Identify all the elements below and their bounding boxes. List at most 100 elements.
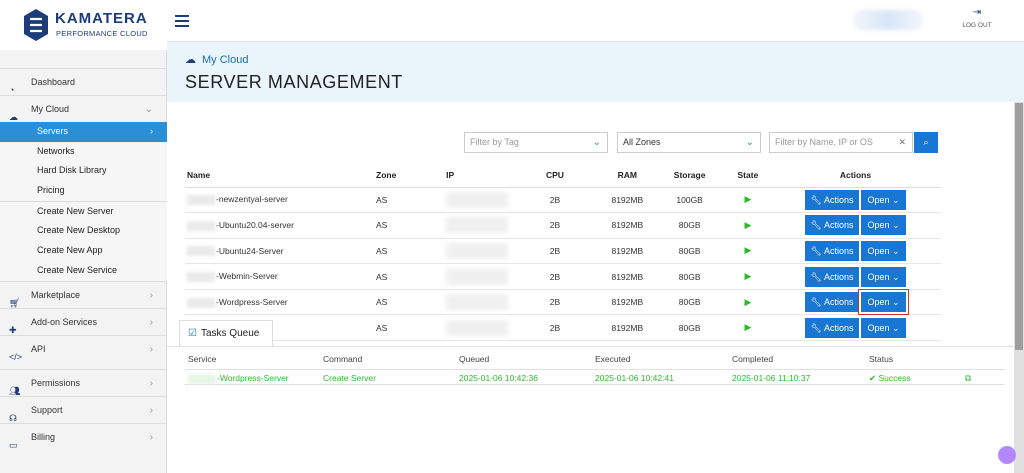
external-link-icon[interactable]: ⧉ <box>965 370 971 386</box>
logo[interactable]: KAMATERA PERFORMANCE CLOUD <box>0 0 167 50</box>
open-button-highlighted[interactable]: Open ⌄ <box>858 289 910 316</box>
server-actions: 🔧︎ Actions Open ⌄ <box>770 289 941 316</box>
sidebar-item-pricing[interactable]: Pricing <box>0 181 167 201</box>
sidebar-item-create-new-service[interactable]: Create New Service <box>0 261 167 281</box>
table-row[interactable]: -Ubuntu20.04-server AS 2B 8192MB 80GB ▶ … <box>185 212 941 239</box>
open-button[interactable]: Open ⌄ <box>861 317 907 338</box>
logo-subtitle: PERFORMANCE CLOUD <box>56 29 148 38</box>
cloud-icon: ☁ <box>185 54 196 66</box>
task-row[interactable]: -Wordpress-Server Create Server 2025-01-… <box>185 369 1005 385</box>
server-zone: AS <box>376 314 405 342</box>
dashboard-icon: ◔ <box>9 85 15 95</box>
sidebar-item-label: My Cloud <box>31 104 70 114</box>
actions-button[interactable]: 🔧︎ Actions <box>805 215 860 236</box>
card-icon: ▭ <box>9 439 18 450</box>
sidebar-item-support[interactable]: ☊ Support › <box>0 395 167 423</box>
sidebar-item-billing[interactable]: ▭ Billing › <box>0 422 167 450</box>
clear-icon[interactable]: ✕ <box>898 133 906 152</box>
actions-button[interactable]: 🔧︎ Actions <box>805 266 860 287</box>
server-name[interactable]: -Webmin-Server <box>185 263 376 290</box>
page-header: ☁ My Cloud SERVER MANAGEMENT <box>167 42 1024 102</box>
task-command: Create Server <box>323 373 376 383</box>
actions-button[interactable]: 🔧︎ Actions <box>805 317 860 338</box>
sidebar-item-marketplace[interactable]: 🛒︎ Marketplace › <box>0 280 167 308</box>
sidebar-item-my-cloud[interactable]: ☁ My Cloud ⌄ <box>0 95 167 122</box>
sidebar-item-add-on-services[interactable]: ✚ Add-on Services › <box>0 307 167 335</box>
sidebar: KAMATERA PERFORMANCE CLOUD ◔ Dashboard ☁… <box>0 0 167 473</box>
chevron-right-icon: › <box>149 316 153 328</box>
search-button[interactable]: ⌕ <box>914 132 938 153</box>
sidebar-item-api[interactable]: </> API › <box>0 334 167 362</box>
checkbox-icon: ☑ <box>188 328 197 339</box>
chevron-right-icon: › <box>149 431 153 443</box>
sidebar-item-label: API <box>31 343 46 354</box>
server-ram: 8192MB <box>601 263 654 290</box>
server-ram: 8192MB <box>601 212 654 239</box>
zone-filter-select[interactable]: All Zones ⌄ <box>617 132 761 153</box>
server-name[interactable]: -Ubuntu24-Server <box>185 238 376 265</box>
server-name[interactable]: -Wordpress-Server <box>185 289 376 316</box>
column-header-storage[interactable]: Storage <box>653 164 726 188</box>
sidebar-item-permissions[interactable]: 👥︎ Permissions › <box>0 368 167 396</box>
server-zone: AS <box>376 289 405 316</box>
sidebar-item-label: Add-on Services <box>31 316 98 327</box>
actions-button[interactable]: 🔧︎ Actions <box>805 240 860 261</box>
sidebar-item-dashboard[interactable]: ◔ Dashboard <box>0 68 167 95</box>
chevron-right-icon: › <box>149 289 153 301</box>
column-header-ip[interactable]: IP <box>404 164 509 188</box>
server-state: ▶ <box>725 212 771 239</box>
server-zone: AS <box>376 263 405 290</box>
server-name[interactable]: -Ubuntu20.04-server <box>185 212 376 239</box>
chevron-down-icon: ⌄ <box>745 137 754 148</box>
server-ip <box>404 314 509 342</box>
server-cpu: 2B <box>508 187 602 214</box>
logout-button[interactable]: ⇥ LOG OUT <box>957 8 997 30</box>
users-icon: 👥︎ <box>9 385 21 396</box>
breadcrumb[interactable]: ☁ My Cloud <box>185 53 248 66</box>
tasks-header-queued: Queued <box>459 354 490 364</box>
tasks-header-status: Status <box>869 354 894 364</box>
table-row[interactable]: -newzentyal-server AS 2B 8192MB 100GB ▶ … <box>185 187 941 214</box>
server-state: ▶ <box>725 314 771 342</box>
table-header-row: Name Zone IP CPU RAM Storage State Actio… <box>185 164 941 188</box>
sidebar-item-hard-disk-library[interactable]: Hard Disk Library <box>0 161 167 181</box>
table-row[interactable]: -Ubuntu24-Server AS 2B 8192MB 80GB ▶ 🔧︎ … <box>185 238 941 265</box>
column-header-state[interactable]: State <box>725 164 771 188</box>
open-button[interactable]: Open ⌄ <box>861 266 907 287</box>
server-ram: 8192MB <box>601 314 654 342</box>
sidebar-item-create-new-app[interactable]: Create New App <box>0 241 167 261</box>
server-storage: 80GB <box>653 263 726 290</box>
sidebar-item-create-new-server[interactable]: Create New Server <box>0 202 167 222</box>
actions-button[interactable]: 🔧︎ Actions <box>805 189 860 210</box>
server-name[interactable]: -newzentyal-server <box>185 187 376 214</box>
menu-icon[interactable] <box>175 15 189 27</box>
sidebar-item-servers[interactable]: Servers › <box>0 122 167 142</box>
user-info[interactable] <box>852 10 924 30</box>
chevron-right-icon: › <box>149 404 153 416</box>
open-button[interactable]: Open ⌄ <box>861 189 907 210</box>
logo-name: KAMATERA <box>55 10 148 27</box>
page-title: SERVER MANAGEMENT <box>185 72 403 92</box>
chat-assistant-icon[interactable] <box>998 446 1016 464</box>
sidebar-item-create-new-desktop[interactable]: Create New Desktop <box>0 221 167 241</box>
column-header-zone[interactable]: Zone <box>376 164 405 188</box>
table-row[interactable]: -Wordpress-Server AS 2B 8192MB 80GB ▶ 🔧︎… <box>185 289 941 316</box>
wrench-icon: 🔧︎ <box>810 322 824 333</box>
server-ip <box>404 212 509 239</box>
column-header-ram[interactable]: RAM <box>601 164 654 188</box>
tasks-queue-tab[interactable]: ☑ Tasks Queue <box>179 320 273 347</box>
scrollbar[interactable] <box>1014 102 1024 473</box>
sidebar-item-networks[interactable]: Networks <box>0 142 167 162</box>
search-input[interactable]: Filter by Name, IP or OS ✕ <box>769 132 913 153</box>
table-row[interactable]: -Webmin-Server AS 2B 8192MB 80GB ▶ 🔧︎ Ac… <box>185 263 941 290</box>
scrollbar-thumb[interactable] <box>1015 103 1023 350</box>
table-row[interactable]: AS 2B 8192MB 80GB ▶ 🔧︎ Actions Open ⌄ <box>185 314 941 342</box>
open-button[interactable]: Open ⌄ <box>861 215 907 236</box>
column-header-cpu[interactable]: CPU <box>508 164 602 188</box>
open-button[interactable]: Open ⌄ <box>861 240 907 261</box>
actions-button[interactable]: 🔧︎ Actions <box>805 292 860 313</box>
wrench-icon: 🔧︎ <box>810 220 824 231</box>
column-header-name[interactable]: Name <box>185 164 376 188</box>
chevron-right-icon: › <box>150 126 153 136</box>
tag-filter-select[interactable]: Filter by Tag ⌄ <box>464 132 608 153</box>
